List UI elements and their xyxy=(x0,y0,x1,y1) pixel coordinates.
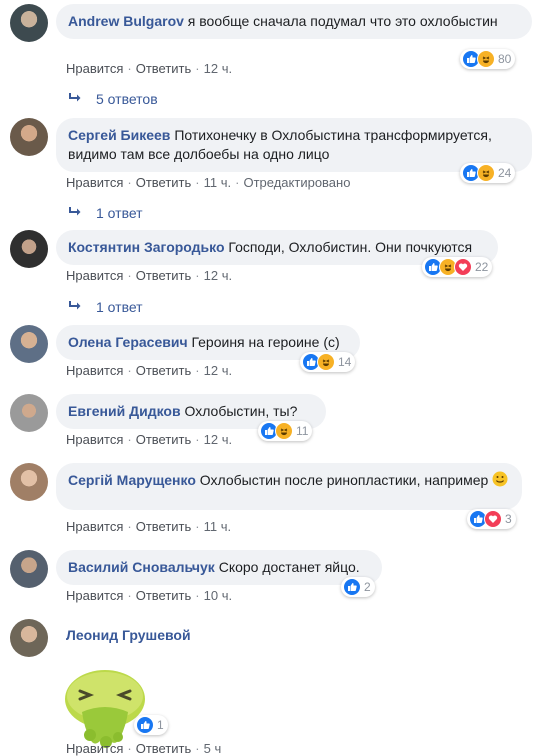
reaction-count: 2 xyxy=(364,580,371,594)
replies-count[interactable]: 1 ответ xyxy=(96,299,143,315)
avatar[interactable] xyxy=(10,619,48,657)
like-button[interactable]: Нравится xyxy=(66,519,123,534)
like-button[interactable]: Нравится xyxy=(66,363,123,378)
timestamp[interactable]: 11 ч. xyxy=(204,175,232,190)
reactions-badge[interactable]: 14 xyxy=(300,352,356,372)
reply-button[interactable]: Ответить xyxy=(136,432,192,447)
author-name[interactable]: Олена Герасевич xyxy=(68,334,188,350)
comment-actions: Нравится · Ответить · 12 ч. xyxy=(66,432,233,447)
reply-button[interactable]: Ответить xyxy=(136,175,192,190)
reply-arrow-icon xyxy=(68,91,82,107)
reply-button[interactable]: Ответить xyxy=(136,268,192,283)
thumbs-up-icon xyxy=(136,716,154,734)
comment-actions: Нравится · Ответить · 12 ч. xyxy=(66,268,233,283)
reaction-count: 3 xyxy=(505,512,512,526)
thumbs-up-icon xyxy=(343,578,361,596)
view-replies-link[interactable]: 1 ответ xyxy=(68,205,143,221)
timestamp[interactable]: 12 ч. xyxy=(204,61,232,76)
timestamp[interactable]: 10 ч. xyxy=(204,588,232,603)
reply-button[interactable]: Ответить xyxy=(136,363,192,378)
reaction-count: 22 xyxy=(475,260,489,274)
comment-actions: Нравится · Ответить · 11 ч. · Отредактировано xyxy=(66,175,351,190)
smiley-emoji-icon xyxy=(492,471,508,492)
reply-arrow-icon xyxy=(68,205,82,221)
reaction-count: 14 xyxy=(338,355,352,369)
comment-bubble: Сергей Бикеев Потихонечку в Охлобыстина … xyxy=(56,118,532,172)
avatar[interactable] xyxy=(10,394,48,432)
laughing-face-icon xyxy=(477,164,495,182)
heart-icon xyxy=(484,510,502,528)
laughing-face-icon xyxy=(477,50,495,68)
author-name[interactable]: Сергей Бикеев xyxy=(68,127,170,143)
avatar[interactable] xyxy=(10,230,48,268)
avatar[interactable] xyxy=(10,4,48,42)
author-name[interactable]: Леонид Грушевой xyxy=(66,627,191,643)
like-button[interactable]: Нравится xyxy=(66,61,123,76)
comment-actions: Нравится · Ответить · 12 ч. xyxy=(66,363,233,378)
comment-bubble: Andrew Bulgarov я вообще сначала подумал… xyxy=(56,4,532,39)
comment-header: Леонид Грушевой xyxy=(66,627,191,643)
reaction-count: 1 xyxy=(157,718,164,732)
author-name[interactable]: Костянтин Загородько xyxy=(68,239,225,255)
reply-button[interactable]: Ответить xyxy=(136,588,192,603)
comment-text: я вообще сначала подумал что это охлобыс… xyxy=(187,13,498,29)
timestamp[interactable]: 12 ч. xyxy=(204,268,232,283)
laughing-face-icon xyxy=(317,353,335,371)
timestamp[interactable]: 12 ч. xyxy=(204,432,232,447)
laughing-face-icon xyxy=(275,422,293,440)
comment-text: Героиня на героине (c) xyxy=(191,334,340,350)
timestamp[interactable]: 12 ч. xyxy=(204,363,232,378)
comment-text: Господи, Охлобистин. Они почкуются xyxy=(228,239,473,255)
comment-actions: Нравится · Ответить · 11 ч. xyxy=(66,519,232,534)
like-button[interactable]: Нравится xyxy=(66,432,123,447)
comment-text: Охлобыстин, ты? xyxy=(184,403,298,419)
reaction-count: 24 xyxy=(498,166,512,180)
avatar[interactable] xyxy=(10,550,48,588)
comment-text: Скоро достанет яйцо. xyxy=(218,559,360,575)
reactions-badge[interactable]: 80 xyxy=(460,49,516,69)
reactions-badge[interactable]: 11 xyxy=(258,421,313,441)
edited-label[interactable]: Отредактировано xyxy=(243,175,350,190)
author-name[interactable]: Сергій Марущенко xyxy=(68,472,196,488)
replies-count[interactable]: 1 ответ xyxy=(96,205,143,221)
vomiting-face-sticker[interactable] xyxy=(60,669,150,749)
avatar[interactable] xyxy=(10,325,48,363)
reactions-badge[interactable]: 3 xyxy=(467,509,516,529)
reactions-badge[interactable]: 22 xyxy=(422,257,493,277)
view-replies-link[interactable]: 1 ответ xyxy=(68,299,143,315)
reaction-count: 80 xyxy=(498,52,512,66)
avatar[interactable] xyxy=(10,463,48,501)
reply-arrow-icon xyxy=(68,299,82,315)
like-button[interactable]: Нравится xyxy=(66,175,123,190)
heart-icon xyxy=(454,258,472,276)
comment-text: Охлобыстин после ринопластики, например xyxy=(199,472,489,489)
avatar[interactable] xyxy=(10,118,48,156)
comment-actions: Нравится · Ответить · 10 ч. xyxy=(66,588,233,603)
like-button[interactable]: Нравится xyxy=(66,588,123,603)
reply-button[interactable]: Ответить xyxy=(136,61,192,76)
comment-bubble: Василий Сновальчук Скоро достанет яйцо. xyxy=(56,550,382,585)
reactions-badge[interactable]: 24 xyxy=(460,163,516,183)
timestamp[interactable]: 11 ч. xyxy=(204,519,232,534)
like-button[interactable]: Нравится xyxy=(66,268,123,283)
reactions-badge[interactable]: 2 xyxy=(341,577,375,597)
reaction-count: 11 xyxy=(296,424,309,438)
author-name[interactable]: Василий Сновальчук xyxy=(68,559,215,575)
author-name[interactable]: Andrew Bulgarov xyxy=(68,13,184,29)
author-name[interactable]: Евгений Дидков xyxy=(68,403,181,419)
comment-actions: Нравится · Ответить · 12 ч. xyxy=(66,61,233,76)
view-replies-link[interactable]: 5 ответов xyxy=(68,91,158,107)
comment-bubble: Сергій Марущенко Охлобыстин после ринопл… xyxy=(56,463,522,510)
reply-button[interactable]: Ответить xyxy=(136,519,192,534)
replies-count[interactable]: 5 ответов xyxy=(96,91,158,107)
reactions-badge[interactable]: 1 xyxy=(134,715,168,735)
